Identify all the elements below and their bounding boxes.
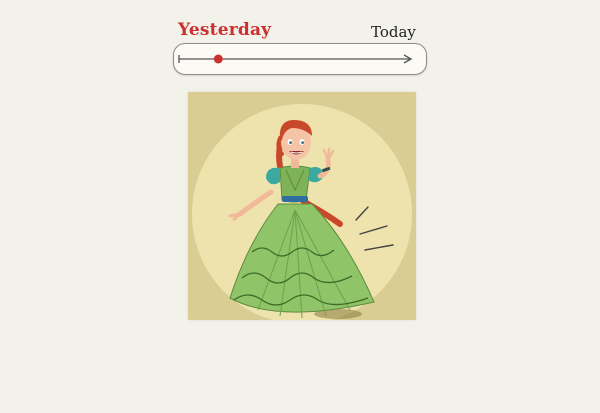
timeline-knob[interactable] bbox=[213, 54, 223, 64]
princess-illustration bbox=[188, 92, 416, 324]
timeline-slider[interactable] bbox=[173, 43, 427, 75]
timeline-start-label: Yesterday bbox=[178, 20, 272, 40]
timeline-end-label: Today bbox=[371, 23, 416, 41]
timeline-track bbox=[178, 54, 413, 64]
